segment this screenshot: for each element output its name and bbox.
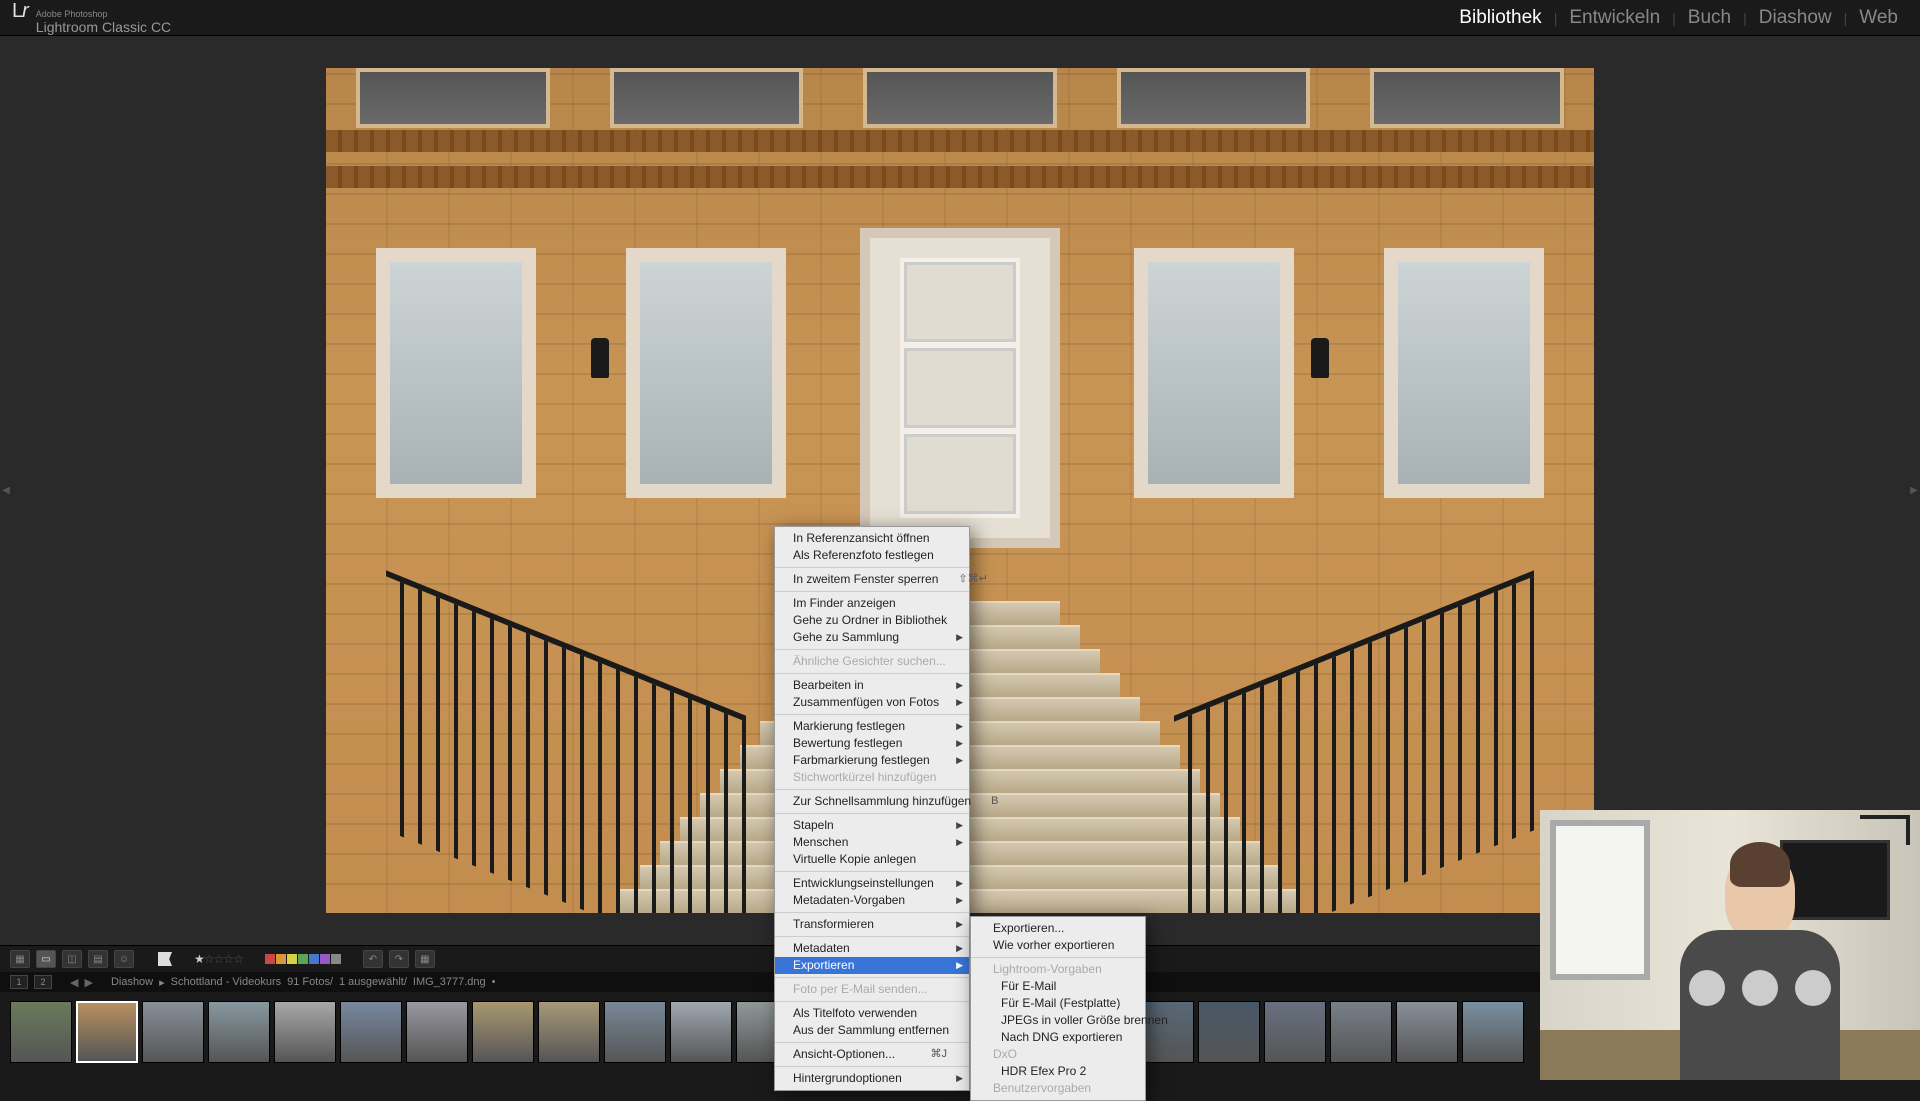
ctx-item: Stichwortkürzel hinzufügen — [775, 769, 969, 786]
thumbnail[interactable] — [670, 1001, 732, 1063]
ctx-item[interactable]: Bewertung festlegen — [775, 735, 969, 752]
thumbnail[interactable] — [274, 1001, 336, 1063]
people-view-icon[interactable]: ☺ — [114, 950, 134, 968]
submenu-section: DxO — [971, 1046, 1145, 1063]
ctx-item: Ähnliche Gesichter suchen... — [775, 653, 969, 670]
brand-main: Lightroom Classic CC — [36, 19, 171, 35]
loupe-view-icon[interactable]: ▭ — [36, 950, 56, 968]
thumbnail[interactable] — [1462, 1001, 1524, 1063]
rotate-cw-icon[interactable]: ↷ — [389, 950, 409, 968]
second-window-1-icon[interactable]: 1 — [10, 975, 28, 989]
grid-overlay-icon[interactable]: ▦ — [415, 950, 435, 968]
color-label-picker[interactable] — [265, 954, 341, 964]
bc-path[interactable]: Schottland - Videokurs — [171, 976, 281, 988]
thumbnail[interactable] — [142, 1001, 204, 1063]
ctx-item[interactable]: Bearbeiten in — [775, 677, 969, 694]
bc-next-icon[interactable]: ▶ — [84, 976, 92, 989]
module-entwickeln[interactable]: Entwickeln — [1559, 7, 1670, 29]
ctx-item[interactable]: In zweitem Fenster sperren⇧⌘↵ — [775, 571, 969, 588]
bc-dirty: • — [492, 976, 496, 988]
ctx-item[interactable]: Gehe zu Ordner in Bibliothek — [775, 612, 969, 629]
ctx-item[interactable]: Im Finder anzeigen — [775, 595, 969, 612]
submenu-section: Benutzervorgaben — [971, 1080, 1145, 1097]
ctx-item[interactable]: Menschen — [775, 834, 969, 851]
bc-mode[interactable]: Diashow — [111, 976, 153, 988]
module-buch[interactable]: Buch — [1678, 7, 1741, 29]
survey-view-icon[interactable]: ▤ — [88, 950, 108, 968]
submenu-item[interactable]: Für E-Mail (Festplatte) — [971, 995, 1145, 1012]
webcam-overlay — [1540, 810, 1920, 1080]
thumbnail[interactable] — [76, 1001, 138, 1063]
bc-filename: IMG_3777.dng — [413, 976, 486, 988]
app-header: Lr Adobe Photoshop Lightroom Classic CC … — [0, 0, 1920, 36]
ctx-item[interactable]: Aus der Sammlung entfernen — [775, 1022, 969, 1039]
rating-stars[interactable]: ★☆☆☆☆ — [194, 950, 243, 968]
ctx-item[interactable]: Als Titelfoto verwenden — [775, 1005, 969, 1022]
compare-view-icon[interactable]: ◫ — [62, 950, 82, 968]
thumbnail[interactable] — [1264, 1001, 1326, 1063]
ctx-item[interactable]: Entwicklungseinstellungen — [775, 875, 969, 892]
brand-small: Adobe Photoshop — [36, 10, 171, 19]
module-bibliothek[interactable]: Bibliothek — [1449, 7, 1551, 29]
thumbnail[interactable] — [472, 1001, 534, 1063]
thumbnail[interactable] — [604, 1001, 666, 1063]
ctx-item: Foto per E-Mail senden... — [775, 981, 969, 998]
ctx-item[interactable]: Exportieren — [775, 957, 969, 974]
bc-selection: 1 ausgewählt/ — [339, 976, 407, 988]
ctx-item[interactable]: Zusammenfügen von Fotos — [775, 694, 969, 711]
submenu-item[interactable]: HDR Efex Pro 2 — [971, 1063, 1145, 1080]
submenu-item[interactable]: Für E-Mail — [971, 978, 1145, 995]
logo-block: Lr Adobe Photoshop Lightroom Classic CC — [12, 0, 171, 35]
ctx-item[interactable]: Gehe zu Sammlung — [775, 629, 969, 646]
ctx-item[interactable]: Markierung festlegen — [775, 718, 969, 735]
right-panel-handle[interactable]: ▶ — [1908, 36, 1920, 945]
submenu-item[interactable]: Exportieren... — [971, 920, 1145, 937]
flag-icon[interactable] — [158, 952, 172, 966]
thumbnail[interactable] — [1198, 1001, 1260, 1063]
thumbnail[interactable] — [406, 1001, 468, 1063]
ctx-item[interactable]: Als Referenzfoto festlegen — [775, 547, 969, 564]
thumbnail[interactable] — [340, 1001, 402, 1063]
submenu-section: Lightroom-Vorgaben — [971, 961, 1145, 978]
submenu-item[interactable]: JPEGs in voller Größe brennen — [971, 1012, 1145, 1029]
thumbnail[interactable] — [208, 1001, 270, 1063]
module-diashow[interactable]: Diashow — [1749, 7, 1842, 29]
ctx-item[interactable]: In Referenzansicht öffnen — [775, 530, 969, 547]
ctx-item[interactable]: Transformieren — [775, 916, 969, 933]
ctx-item[interactable]: Ansicht-Optionen...⌘J — [775, 1046, 969, 1063]
submenu-item[interactable]: Nach DNG exportieren — [971, 1029, 1145, 1046]
ctx-item[interactable]: Metadaten-Vorgaben — [775, 892, 969, 909]
export-submenu: Exportieren...Wie vorher exportieren Ligh… — [970, 916, 1146, 1101]
ctx-item[interactable]: Stapeln — [775, 817, 969, 834]
grid-view-icon[interactable]: ▦ — [10, 950, 30, 968]
context-menu: In Referenzansicht öffnenAls Referenzfot… — [774, 526, 970, 1091]
second-window-2-icon[interactable]: 2 — [34, 975, 52, 989]
ctx-item[interactable]: Virtuelle Kopie anlegen — [775, 851, 969, 868]
bc-count: 91 Fotos/ — [287, 976, 333, 988]
thumbnail[interactable] — [10, 1001, 72, 1063]
ctx-item[interactable]: Hintergrundoptionen — [775, 1070, 969, 1087]
module-picker: Bibliothek| Entwickeln| Buch| Diashow| W… — [1449, 7, 1908, 29]
rotate-ccw-icon[interactable]: ↶ — [363, 950, 383, 968]
submenu-item[interactable]: Wie vorher exportieren — [971, 937, 1145, 954]
ctx-item[interactable]: Farbmarkierung festlegen — [775, 752, 969, 769]
thumbnail[interactable] — [538, 1001, 600, 1063]
left-panel-handle[interactable]: ◀ — [0, 36, 12, 945]
module-web[interactable]: Web — [1849, 7, 1908, 29]
bc-prev-icon[interactable]: ◀ — [70, 976, 78, 989]
lr-logo-icon: Lr — [12, 0, 28, 23]
ctx-item[interactable]: Zur Schnellsammlung hinzufügenB — [775, 793, 969, 810]
thumbnail[interactable] — [1396, 1001, 1458, 1063]
ctx-item[interactable]: Metadaten — [775, 940, 969, 957]
thumbnail[interactable] — [1330, 1001, 1392, 1063]
